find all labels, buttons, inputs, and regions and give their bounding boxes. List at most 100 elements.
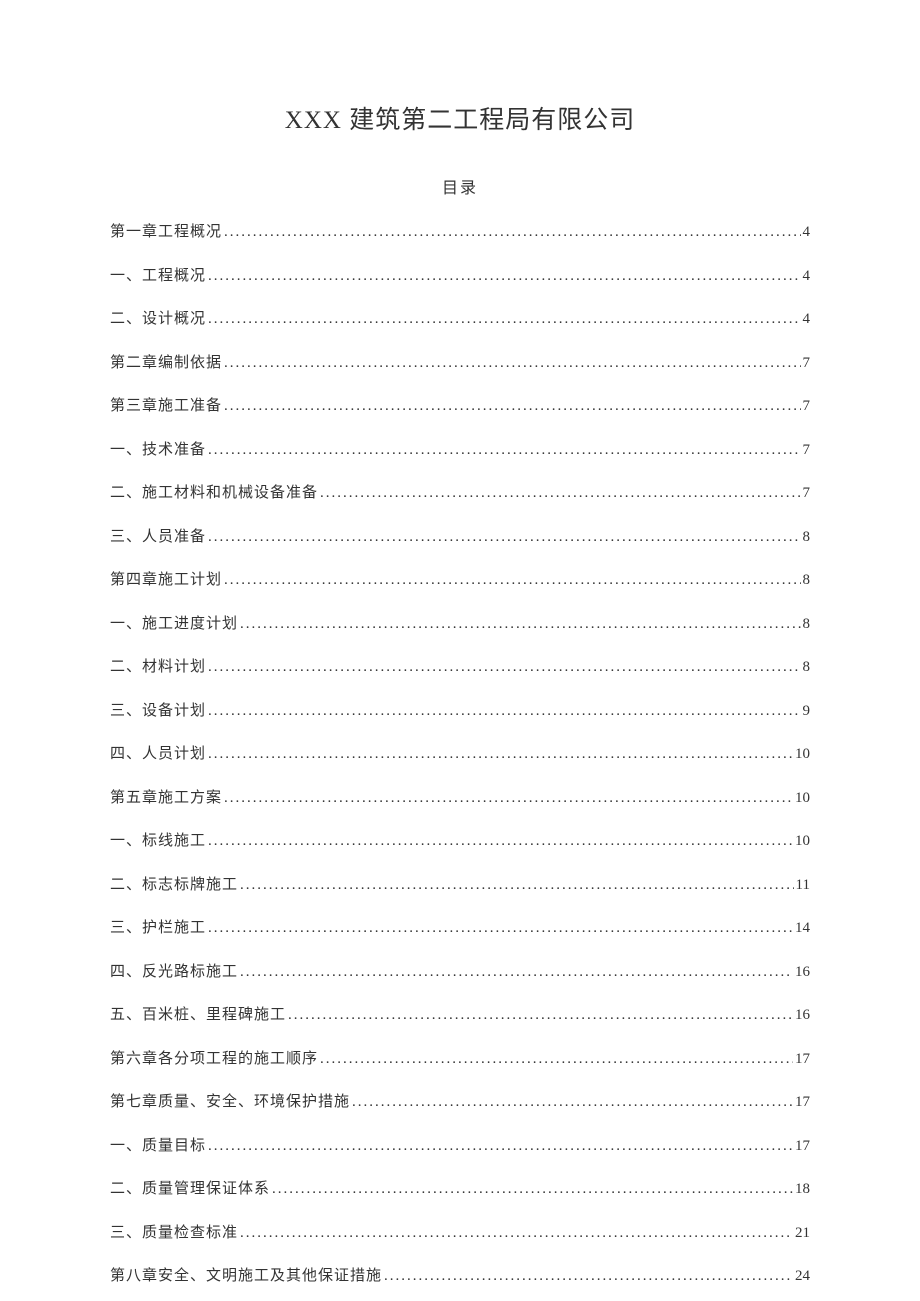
- toc-dots: [208, 442, 800, 459]
- toc-page: 7: [803, 442, 811, 459]
- toc-label: 第八章安全、文明施工及其他保证措施: [110, 1264, 382, 1285]
- toc-label: 一、质量目标: [110, 1134, 206, 1155]
- toc-entry: 一、质量目标 17: [110, 1134, 810, 1155]
- toc-dots: [208, 920, 793, 937]
- toc-label: 一、工程概况: [110, 264, 206, 285]
- toc-entry: 三、设备计划 9: [110, 699, 810, 720]
- toc-page: 4: [803, 311, 811, 328]
- toc-page: 8: [803, 572, 811, 589]
- toc-entry: 二、质量管理保证体系 18: [110, 1177, 810, 1198]
- toc-page: 8: [803, 659, 811, 676]
- toc-dots: [224, 224, 800, 241]
- toc-page: 7: [803, 355, 811, 372]
- toc-label: 四、人员计划: [110, 742, 206, 763]
- toc-page: 16: [795, 964, 810, 981]
- toc-label: 第四章施工计划: [110, 568, 222, 589]
- toc-label: 二、标志标牌施工: [110, 873, 238, 894]
- toc-entry: 五、百米桩、里程碑施工16: [110, 1003, 810, 1024]
- toc-dots: [208, 311, 800, 328]
- toc-dots: [240, 964, 793, 981]
- toc-page: 10: [795, 833, 810, 850]
- toc-page: 17: [795, 1094, 810, 1111]
- toc-entry: 一、技术准备 7: [110, 438, 810, 459]
- toc-entry: 三、护栏施工 14: [110, 916, 810, 937]
- toc-page: 17: [795, 1051, 810, 1068]
- toc-entry: 第七章质量、安全、环境保护措施 17: [110, 1090, 810, 1111]
- toc-label: 第五章施工方案: [110, 786, 222, 807]
- toc-page: 21: [795, 1225, 810, 1242]
- toc-page: 11: [796, 877, 810, 894]
- toc-label: 三、设备计划: [110, 699, 206, 720]
- toc-entry: 二、标志标牌施工 11: [110, 873, 810, 894]
- toc-label: 三、质量检查标准: [110, 1221, 238, 1242]
- toc-dots: [208, 268, 800, 285]
- table-of-contents: 第一章工程概况 4 一、工程概况 4 二、设计概况 4 第二章编制依据 7 第三章施工准…: [110, 220, 810, 1285]
- toc-entry: 二、施工材料和机械设备准备 7: [110, 481, 810, 502]
- toc-entry: 一、工程概况 4: [110, 264, 810, 285]
- toc-entry: 一、标线施工 10: [110, 829, 810, 850]
- toc-dots: [224, 790, 793, 807]
- toc-page: 7: [803, 398, 811, 415]
- toc-page: 8: [803, 616, 811, 633]
- toc-entry: 二、设计概况 4: [110, 307, 810, 328]
- toc-heading: 目录: [110, 174, 810, 198]
- toc-entry: 四、人员计划 10: [110, 742, 810, 763]
- toc-dots: [208, 659, 800, 676]
- toc-label: 二、设计概况: [110, 307, 206, 328]
- toc-label: 第三章施工准备: [110, 394, 222, 415]
- document-title: XXX 建筑第二工程局有限公司: [110, 100, 810, 136]
- toc-entry: 一、施工进度计划 8: [110, 612, 810, 633]
- toc-page: 8: [803, 529, 811, 546]
- toc-label: 第二章编制依据: [110, 351, 222, 372]
- toc-entry: 第二章编制依据 7: [110, 351, 810, 372]
- toc-dots: [240, 1225, 793, 1242]
- toc-page: 16: [795, 1007, 810, 1024]
- toc-label: 二、施工材料和机械设备准备: [110, 481, 318, 502]
- toc-entry: 四、反光路标施工16: [110, 960, 810, 981]
- toc-label: 二、质量管理保证体系: [110, 1177, 270, 1198]
- toc-dots: [224, 572, 800, 589]
- toc-page: 4: [803, 224, 811, 241]
- toc-entry: 第三章施工准备 7: [110, 394, 810, 415]
- toc-dots: [224, 398, 800, 415]
- toc-label: 一、技术准备: [110, 438, 206, 459]
- toc-entry: 第四章施工计划 8: [110, 568, 810, 589]
- toc-entry: 第六章各分项工程的施工顺序 17: [110, 1047, 810, 1068]
- toc-entry: 三、人员准备 8: [110, 525, 810, 546]
- toc-page: 14: [795, 920, 810, 937]
- toc-label: 第七章质量、安全、环境保护措施: [110, 1090, 350, 1111]
- toc-entry: 三、质量检查标准 21: [110, 1221, 810, 1242]
- toc-page: 17: [795, 1138, 810, 1155]
- toc-entry: 二、材料计划 8: [110, 655, 810, 676]
- toc-label: 三、护栏施工: [110, 916, 206, 937]
- toc-label: 第一章工程概况: [110, 220, 222, 241]
- toc-dots: [288, 1007, 793, 1024]
- toc-page: 9: [803, 703, 811, 720]
- toc-entry: 第八章安全、文明施工及其他保证措施24: [110, 1264, 810, 1285]
- toc-dots: [352, 1094, 793, 1111]
- toc-dots: [224, 355, 800, 372]
- toc-page: 10: [795, 790, 810, 807]
- toc-dots: [208, 1138, 793, 1155]
- toc-label: 第六章各分项工程的施工顺序: [110, 1047, 318, 1068]
- toc-page: 18: [795, 1181, 810, 1198]
- toc-dots: [208, 703, 800, 720]
- toc-dots: [384, 1268, 793, 1285]
- toc-entry: 第五章施工方案 10: [110, 786, 810, 807]
- toc-dots: [208, 746, 793, 763]
- toc-dots: [240, 616, 800, 633]
- toc-dots: [240, 877, 794, 894]
- toc-label: 三、人员准备: [110, 525, 206, 546]
- toc-entry: 第一章工程概况 4: [110, 220, 810, 241]
- toc-dots: [320, 485, 800, 502]
- toc-page: 4: [803, 268, 811, 285]
- toc-dots: [208, 833, 793, 850]
- toc-label: 一、施工进度计划: [110, 612, 238, 633]
- toc-dots: [208, 529, 800, 546]
- toc-label: 一、标线施工: [110, 829, 206, 850]
- toc-dots: [272, 1181, 793, 1198]
- toc-label: 二、材料计划: [110, 655, 206, 676]
- toc-page: 10: [795, 746, 810, 763]
- toc-page: 7: [803, 485, 811, 502]
- toc-dots: [320, 1051, 793, 1068]
